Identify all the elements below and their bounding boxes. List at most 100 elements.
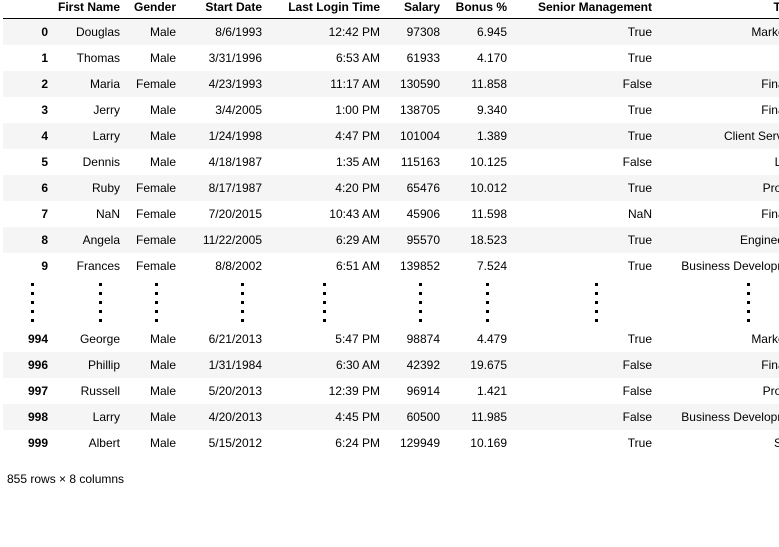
- table-cell: 10:43 AM: [267, 200, 385, 227]
- table-cell: Thomas: [53, 44, 125, 71]
- table-cell: True: [512, 226, 657, 253]
- dataframe-table: First Name Gender Start Date Last Login Tim…: [3, 0, 779, 456]
- row-index-label: 5: [3, 148, 53, 175]
- table-cell: 6:51 AM: [267, 252, 385, 279]
- table-cell: 60500: [385, 403, 445, 430]
- table-cell: Male: [125, 429, 181, 456]
- table-cell: 6:29 AM: [267, 226, 385, 253]
- table-cell: True: [512, 174, 657, 201]
- table-cell: Product: [657, 174, 779, 201]
- table-cell: 10.169: [445, 429, 512, 456]
- table-cell: 5/20/2013: [181, 377, 267, 404]
- table-cell: 12:42 PM: [267, 18, 385, 45]
- table-row: 4 Larry Male 1/24/1998 4:47 PM 101004 1.389 Tru…: [3, 122, 779, 149]
- table-cell: Russell: [53, 377, 125, 404]
- vertical-ellipsis-icon: [155, 282, 158, 322]
- table-cell: 7/20/2015: [181, 200, 267, 227]
- column-header: Start Date: [181, 0, 267, 19]
- vertical-ellipsis-icon: [99, 282, 102, 322]
- table-cell: 4:47 PM: [267, 122, 385, 149]
- table-cell: Frances: [53, 252, 125, 279]
- table-cell: 45906: [385, 200, 445, 227]
- table-cell: 18.523: [445, 226, 512, 253]
- table-cell: [125, 278, 181, 326]
- table-row: 998 Larry Male 4/20/2013 4:45 PM 60500 11.985 F…: [3, 403, 779, 430]
- table-cell: False: [512, 70, 657, 97]
- vertical-ellipsis-icon: [419, 282, 422, 322]
- row-index-label: 997: [3, 377, 53, 404]
- table-cell: NaN: [512, 200, 657, 227]
- dataframe-output: First Name Gender Start Date Last Login Tim…: [0, 0, 779, 486]
- table-row: 2 Maria Female 4/23/1993 11:17 AM 130590 11.85…: [3, 70, 779, 97]
- table-cell: Larry: [53, 122, 125, 149]
- table-cell: Phillip: [53, 351, 125, 378]
- table-cell: True: [512, 325, 657, 352]
- column-header: First Name: [53, 0, 125, 19]
- table-cell: 11.598: [445, 200, 512, 227]
- row-index-label: 4: [3, 122, 53, 149]
- table-cell: 1/24/1998: [181, 122, 267, 149]
- table-cell: 1.421: [445, 377, 512, 404]
- column-header: Team: [657, 0, 779, 19]
- table-cell: 101004: [385, 122, 445, 149]
- row-index-label: 996: [3, 351, 53, 378]
- table-row: 7 NaN Female 7/20/2015 10:43 AM 45906 11.598 Na…: [3, 200, 779, 227]
- table-cell: [512, 278, 657, 326]
- table-cell: Legal: [657, 148, 779, 175]
- row-index-label: 999: [3, 429, 53, 456]
- row-index-label: 6: [3, 174, 53, 201]
- table-cell: Product: [657, 377, 779, 404]
- table-cell: 11/22/2005: [181, 226, 267, 253]
- table-cell: Finance: [657, 70, 779, 97]
- table-row: 8 Angela Female 11/22/2005 6:29 AM 95570 18.52…: [3, 226, 779, 253]
- table-cell: 6.945: [445, 18, 512, 45]
- table-cell: 11.985: [445, 403, 512, 430]
- table-cell: Male: [125, 148, 181, 175]
- column-header: Gender: [125, 0, 181, 19]
- table-cell: True: [512, 18, 657, 45]
- table-cell: 97308: [385, 18, 445, 45]
- row-index-label: 3: [3, 96, 53, 123]
- table-cell: 6/21/2013: [181, 325, 267, 352]
- table-row: 996 Phillip Male 1/31/1984 6:30 AM 42392 19.67…: [3, 351, 779, 378]
- table-cell: 1:00 PM: [267, 96, 385, 123]
- table-cell: 6:53 AM: [267, 44, 385, 71]
- column-header: Senior Management: [512, 0, 657, 19]
- row-index-label: 1: [3, 44, 53, 71]
- table-cell: 5:47 PM: [267, 325, 385, 352]
- table-cell: Ruby: [53, 174, 125, 201]
- table-cell: 9.340: [445, 96, 512, 123]
- table-cell: Male: [125, 122, 181, 149]
- table-cell: 8/17/1987: [181, 174, 267, 201]
- table-cell: NaN: [657, 44, 779, 71]
- table-cell: 10.125: [445, 148, 512, 175]
- table-ellipsis-row: [3, 278, 779, 326]
- table-cell: Male: [125, 18, 181, 45]
- table-row: 9 Frances Female 8/8/2002 6:51 AM 139852 7.524…: [3, 252, 779, 279]
- column-header: Salary: [385, 0, 445, 19]
- table-row: 994 George Male 6/21/2013 5:47 PM 98874 4.479 T…: [3, 325, 779, 352]
- table-cell: 96914: [385, 377, 445, 404]
- row-index-label: 2: [3, 70, 53, 97]
- row-index-label: 998: [3, 403, 53, 430]
- table-cell: True: [512, 252, 657, 279]
- table-row: 3 Jerry Male 3/4/2005 1:00 PM 138705 9.340 True…: [3, 96, 779, 123]
- vertical-ellipsis-icon: [486, 282, 489, 322]
- table-cell: [181, 278, 267, 326]
- table-cell: 95570: [385, 226, 445, 253]
- column-header: Last Login Time: [267, 0, 385, 19]
- table-body: 0 Douglas Male 8/6/1993 12:42 PM 97308 6.945 Tr…: [3, 18, 779, 456]
- table-cell: 11:17 AM: [267, 70, 385, 97]
- row-index-label: 8: [3, 226, 53, 253]
- table-cell: 3/31/1996: [181, 44, 267, 71]
- table-cell: Maria: [53, 70, 125, 97]
- vertical-ellipsis-icon: [595, 282, 598, 322]
- table-cell: 115163: [385, 148, 445, 175]
- table-row: 0 Douglas Male 8/6/1993 12:42 PM 97308 6.945 Tr…: [3, 18, 779, 45]
- table-cell: 1:35 AM: [267, 148, 385, 175]
- table-cell: [267, 278, 385, 326]
- table-cell: Male: [125, 44, 181, 71]
- table-cell: False: [512, 351, 657, 378]
- table-cell: True: [512, 96, 657, 123]
- table-cell: 1/31/1984: [181, 351, 267, 378]
